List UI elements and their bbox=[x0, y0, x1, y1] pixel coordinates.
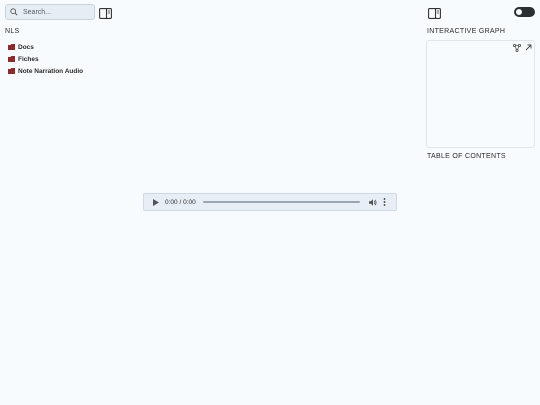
site-title[interactable]: NLS bbox=[5, 28, 20, 35]
play-icon[interactable] bbox=[153, 198, 159, 206]
graph-title: INTERACTIVE GRAPH bbox=[427, 28, 506, 35]
folder-label: Note Narration Audio bbox=[18, 67, 84, 75]
audio-progress-slider[interactable] bbox=[203, 201, 360, 203]
folder-note-narration-audio[interactable]: Note Narration Audio bbox=[8, 65, 83, 77]
folder-docs[interactable]: Docs bbox=[8, 41, 83, 53]
theme-toggle[interactable] bbox=[514, 7, 535, 17]
search-input[interactable]: Search... bbox=[5, 4, 95, 20]
folder-icon bbox=[8, 68, 15, 74]
folder-label: Docs bbox=[18, 43, 34, 51]
folder-label: Fiches bbox=[18, 55, 39, 63]
folder-icon bbox=[8, 56, 15, 62]
file-explorer: Docs Fiches Note Narration Audio bbox=[8, 41, 83, 77]
audio-time: 0:00 / 0:00 bbox=[165, 198, 196, 206]
graph-view[interactable] bbox=[426, 40, 535, 148]
search-placeholder: Search... bbox=[23, 8, 52, 16]
folder-icon bbox=[8, 44, 15, 50]
search-icon bbox=[10, 8, 18, 16]
sidebar-layout-icon bbox=[428, 8, 441, 19]
audio-player: 0:00 / 0:00 bbox=[143, 193, 397, 211]
toggle-left-sidebar-button[interactable] bbox=[99, 6, 112, 24]
toc-title: TABLE OF CONTENTS bbox=[427, 153, 506, 160]
graph-icon[interactable] bbox=[513, 44, 521, 52]
sidebar-layout-icon bbox=[99, 8, 112, 19]
toggle-right-sidebar-button[interactable] bbox=[428, 6, 441, 24]
toggle-knob bbox=[516, 9, 522, 15]
volume-icon[interactable] bbox=[369, 198, 377, 206]
more-vertical-icon[interactable] bbox=[383, 198, 386, 206]
folder-fiches[interactable]: Fiches bbox=[8, 53, 83, 65]
expand-icon[interactable] bbox=[525, 44, 532, 51]
